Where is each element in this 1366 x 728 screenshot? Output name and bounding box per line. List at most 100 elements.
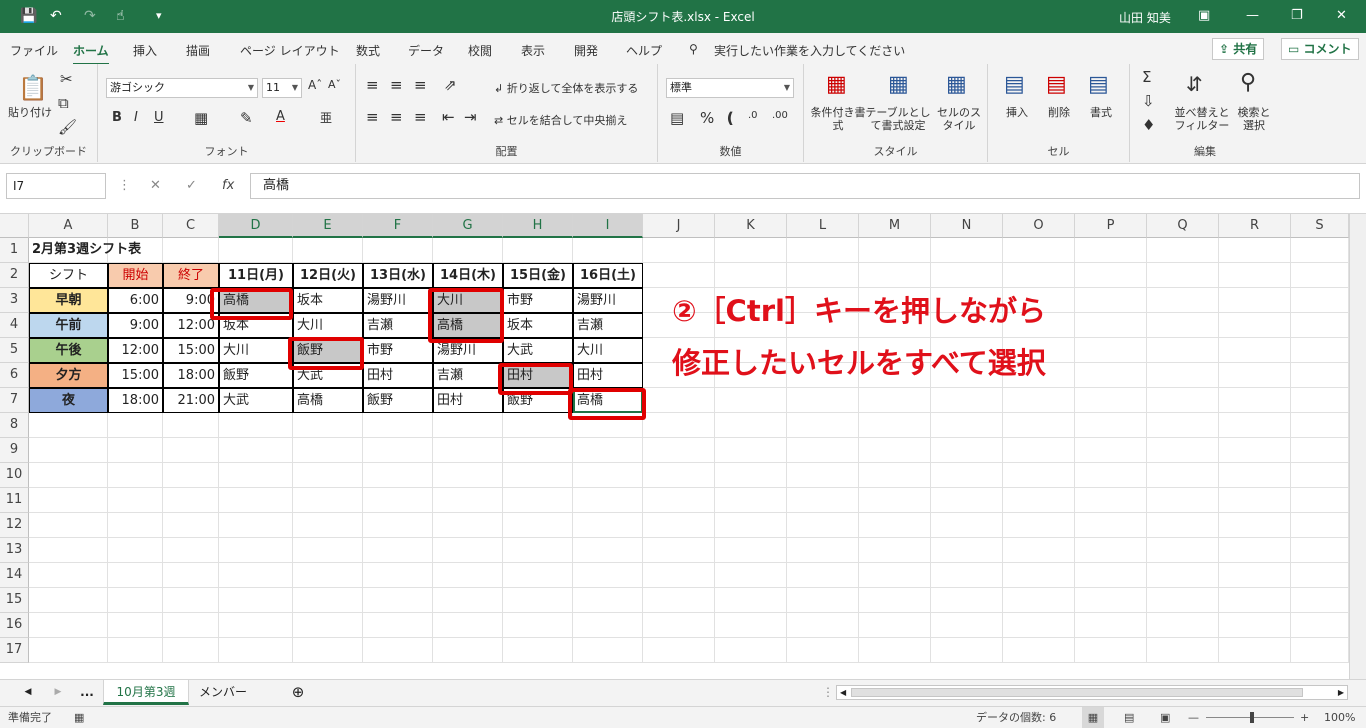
grid-cell[interactable] xyxy=(1219,438,1291,463)
grid-cell[interactable] xyxy=(29,513,108,538)
grid-cell[interactable] xyxy=(859,413,931,438)
table-header-3[interactable]: 11日(月) xyxy=(219,263,293,288)
grid-cell[interactable] xyxy=(29,613,108,638)
grid-cell[interactable] xyxy=(1003,638,1075,663)
grid-cell[interactable] xyxy=(108,488,163,513)
grid-cell[interactable] xyxy=(573,463,643,488)
grid-cell[interactable] xyxy=(1003,588,1075,613)
italic-icon[interactable]: I xyxy=(134,110,138,125)
more-sheets[interactable]: ... xyxy=(72,680,102,705)
schedule-cell[interactable]: 飯野 xyxy=(219,363,293,388)
row-header-1[interactable]: 1 xyxy=(0,238,29,263)
comments-button[interactable]: ▭ コメント xyxy=(1281,38,1359,60)
close-icon[interactable]: ✕ xyxy=(1336,8,1347,23)
shift-end[interactable]: 18:00 xyxy=(163,363,219,388)
tab-formulas[interactable]: 数式 xyxy=(356,42,380,59)
grid-cell[interactable] xyxy=(503,538,573,563)
tab-draw[interactable]: 描画 xyxy=(186,42,210,59)
table-header-7[interactable]: 15日(金) xyxy=(503,263,573,288)
shrink-font-icon[interactable]: Aˇ xyxy=(328,78,341,91)
grid-cell[interactable] xyxy=(433,513,503,538)
grid-cell[interactable] xyxy=(859,238,931,263)
align-middle-icon[interactable]: ≡ xyxy=(390,76,403,94)
grid-cell[interactable] xyxy=(1219,363,1291,388)
grid-cell[interactable] xyxy=(1147,488,1219,513)
fill-icon[interactable]: ⇩ xyxy=(1142,92,1155,110)
column-header-g[interactable]: G xyxy=(433,214,503,238)
grid-cell[interactable] xyxy=(1291,313,1349,338)
grid-cell[interactable] xyxy=(715,588,787,613)
column-header-s[interactable]: S xyxy=(1291,214,1349,238)
select-all-corner[interactable] xyxy=(0,214,29,238)
sheet-title[interactable]: 2月第3週シフト表 xyxy=(29,238,229,263)
name-box[interactable]: I7 xyxy=(6,173,106,199)
grid-cell[interactable] xyxy=(859,513,931,538)
grid-cell[interactable] xyxy=(163,513,219,538)
grid-cell[interactable] xyxy=(931,513,1003,538)
column-header-b[interactable]: B xyxy=(108,214,163,238)
grid-cell[interactable] xyxy=(1147,238,1219,263)
grid-cell[interactable] xyxy=(363,463,433,488)
grid-cell[interactable] xyxy=(108,538,163,563)
sort-filter-button[interactable]: 並べ替えとフィルター xyxy=(1174,106,1230,132)
enter-icon[interactable]: ✓ xyxy=(186,178,197,193)
grid-cell[interactable] xyxy=(503,238,573,263)
find-select-button[interactable]: 検索と選択 xyxy=(1234,106,1274,132)
grid-cell[interactable] xyxy=(931,388,1003,413)
grid-cell[interactable] xyxy=(1291,388,1349,413)
table-header-6[interactable]: 14日(木) xyxy=(433,263,503,288)
grid-cell[interactable] xyxy=(1147,413,1219,438)
grid-cell[interactable] xyxy=(931,413,1003,438)
grid-cell[interactable] xyxy=(1003,613,1075,638)
grid-cell[interactable] xyxy=(643,263,715,288)
grid-cell[interactable] xyxy=(715,238,787,263)
schedule-cell[interactable]: 田村 xyxy=(433,388,503,413)
grid-cell[interactable] xyxy=(1075,413,1147,438)
format-cells-button[interactable]: 書式 xyxy=(1090,106,1112,119)
grid-cell[interactable] xyxy=(859,438,931,463)
decrease-decimal-icon[interactable]: .00 xyxy=(772,110,788,121)
vertical-scrollbar[interactable] xyxy=(1349,214,1366,679)
grid-cell[interactable] xyxy=(503,413,573,438)
grid-cell[interactable] xyxy=(931,488,1003,513)
grid-cell[interactable] xyxy=(163,613,219,638)
tab-home[interactable]: ホーム xyxy=(73,42,109,65)
grid-cell[interactable] xyxy=(1003,238,1075,263)
grid-cell[interactable] xyxy=(1147,563,1219,588)
phonetic-icon[interactable]: 亜 xyxy=(320,109,332,126)
grid-cell[interactable] xyxy=(1291,488,1349,513)
column-header-q[interactable]: Q xyxy=(1147,214,1219,238)
user-name[interactable]: 山田 知美 xyxy=(1119,9,1171,26)
formula-input[interactable]: 高橋 xyxy=(250,173,1360,199)
row-header-2[interactable]: 2 xyxy=(0,263,29,288)
grid-cell[interactable] xyxy=(293,538,363,563)
grid-cell[interactable] xyxy=(29,563,108,588)
grid-cell[interactable] xyxy=(1075,313,1147,338)
grid-cell[interactable] xyxy=(219,563,293,588)
column-header-a[interactable]: A xyxy=(29,214,108,238)
grid-cell[interactable] xyxy=(1219,638,1291,663)
cell-styles-button[interactable]: セルのスタイル xyxy=(934,106,984,132)
grid-cell[interactable] xyxy=(163,463,219,488)
table-header-0[interactable]: シフト xyxy=(29,263,108,288)
font-size-combo[interactable]: 11 ▼ xyxy=(262,78,302,98)
grid-cell[interactable] xyxy=(1291,363,1349,388)
grid-cell[interactable] xyxy=(363,638,433,663)
grid-cell[interactable] xyxy=(1147,338,1219,363)
schedule-cell[interactable]: 大武 xyxy=(219,388,293,413)
grid-cell[interactable] xyxy=(433,563,503,588)
grid-cell[interactable] xyxy=(1219,538,1291,563)
grid-cell[interactable] xyxy=(433,488,503,513)
schedule-cell[interactable]: 吉瀬 xyxy=(433,363,503,388)
table-header-4[interactable]: 12日(火) xyxy=(293,263,363,288)
grid-cell[interactable] xyxy=(1003,563,1075,588)
grid-cell[interactable] xyxy=(1219,263,1291,288)
comma-style-icon[interactable]: ❪ xyxy=(724,109,737,127)
row-header-5[interactable]: 5 xyxy=(0,338,29,363)
grid-cell[interactable] xyxy=(1075,463,1147,488)
grid-cell[interactable] xyxy=(1291,513,1349,538)
grid-cell[interactable] xyxy=(108,613,163,638)
macro-record-icon[interactable]: ▦ xyxy=(74,707,84,728)
grid-cell[interactable] xyxy=(859,488,931,513)
grid-cell[interactable] xyxy=(573,513,643,538)
